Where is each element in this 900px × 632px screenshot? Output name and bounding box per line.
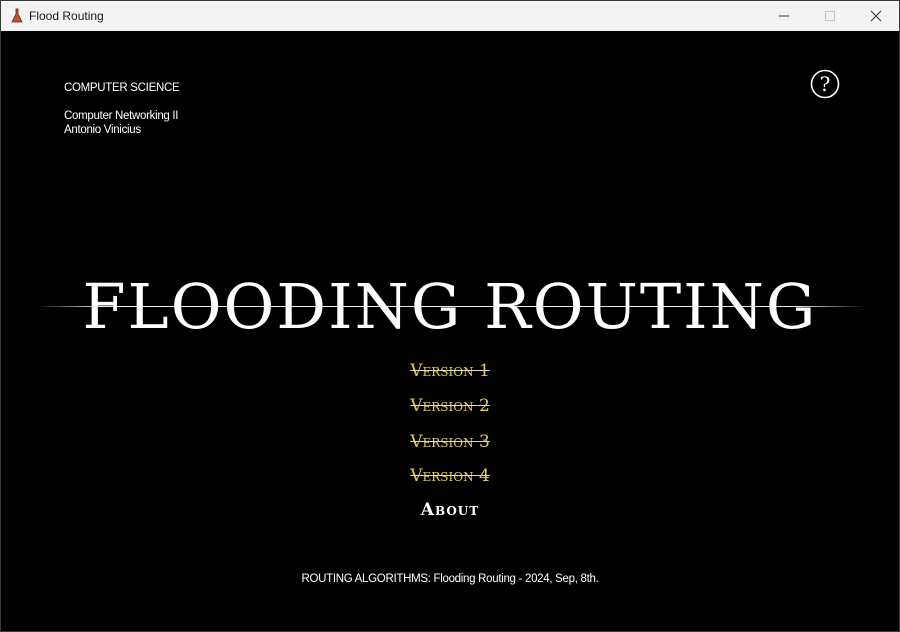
minimize-icon — [779, 15, 789, 17]
hero-title: FLOODING ROUTING — [82, 270, 818, 343]
menu-item-version-1[interactable]: Version 1 — [1, 359, 899, 383]
help-glyph: ? — [820, 72, 831, 96]
help-button[interactable]: ? — [810, 69, 840, 99]
app-flask-icon — [9, 8, 25, 24]
department-label: COMPUTER SCIENCE — [64, 82, 180, 94]
window-controls — [761, 1, 899, 31]
help-circle-icon: ? — [810, 69, 840, 99]
minimize-button[interactable] — [761, 1, 807, 31]
course-info: COMPUTER SCIENCE Computer Networking II … — [64, 81, 180, 137]
close-button[interactable] — [853, 1, 899, 31]
hero-strike-line — [36, 306, 866, 307]
close-icon — [870, 10, 882, 22]
menu-item-version-2[interactable]: Version 2 — [1, 394, 899, 418]
hero-banner: FLOODING ROUTING — [1, 267, 899, 347]
window-title: Flood Routing — [29, 9, 104, 23]
author-label: Antonio Vinicius — [64, 124, 141, 136]
title-bar[interactable]: Flood Routing — [1, 1, 899, 31]
subject-label: Computer Networking II — [64, 110, 179, 122]
maximize-icon — [825, 11, 835, 21]
main-content: COMPUTER SCIENCE Computer Networking II … — [1, 31, 899, 631]
app-window: Flood Routing COMPUTER SCIENCE Computer … — [0, 0, 900, 632]
footer-text: ROUTING ALGORITHMS: Flooding Routing - 2… — [301, 573, 599, 585]
menu-item-about[interactable]: About — [1, 498, 899, 522]
maximize-button[interactable] — [807, 1, 853, 31]
menu-item-version-3[interactable]: Version 3 — [1, 430, 899, 454]
menu-item-version-4[interactable]: Version 4 — [1, 464, 899, 488]
